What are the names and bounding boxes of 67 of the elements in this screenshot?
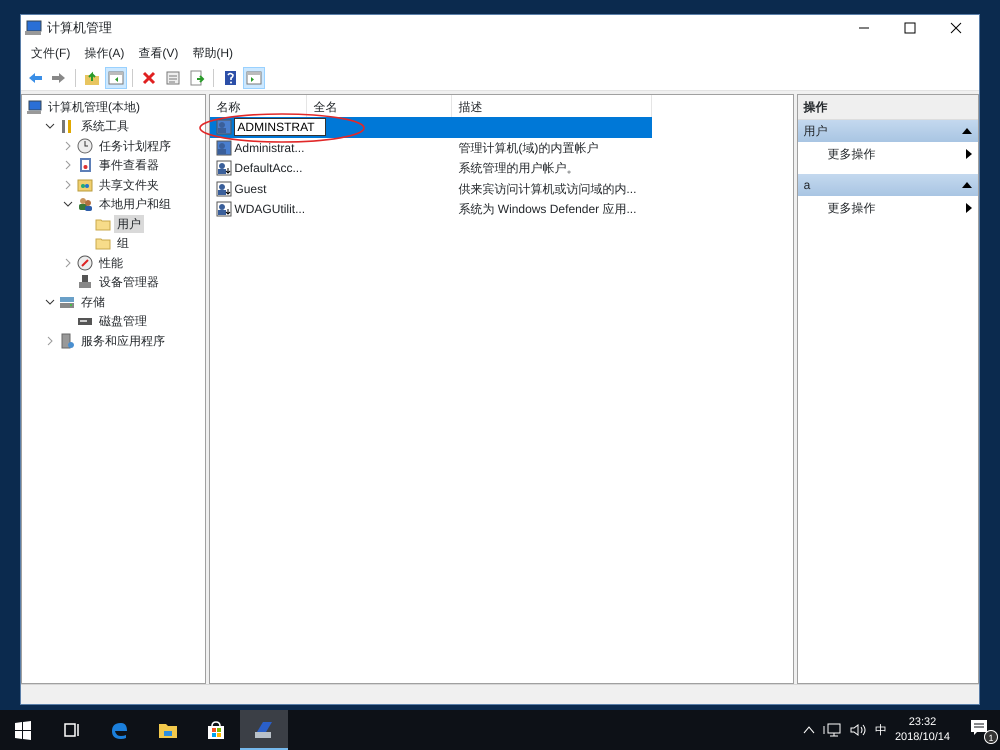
actions-header: 操作 xyxy=(798,95,978,120)
tree-item[interactable]: 性能 xyxy=(96,254,126,272)
action-pane-button[interactable] xyxy=(243,66,265,88)
table-cell-text: Administrat... xyxy=(234,140,304,157)
store-bag-icon xyxy=(205,719,227,741)
menu-item[interactable]: 操作(A) xyxy=(78,42,130,64)
table-cell-text: Guest xyxy=(234,180,266,198)
tree-item[interactable]: 计算机管理(本地) xyxy=(45,98,143,116)
table-cell-text: 系统管理的用户帐户。 xyxy=(457,160,580,178)
table-row[interactable]: ADMINSTRAT xyxy=(210,117,652,138)
section-header[interactable]: 用户 xyxy=(798,120,978,142)
table-cell-text: 管理计算机(域)的内置帐户 xyxy=(457,140,600,157)
notification-count: 1 xyxy=(984,730,998,744)
tree-item[interactable]: 共享文件夹 xyxy=(96,176,162,194)
message-icon xyxy=(970,718,988,737)
computer-taskbar-button[interactable] xyxy=(240,710,288,750)
shared-folder-icon xyxy=(77,176,93,193)
table-cell-text: DefaultAcc... xyxy=(234,160,302,178)
input-method-indicator[interactable]: 中 xyxy=(874,721,887,739)
properties-icon xyxy=(165,70,181,86)
clock-time[interactable]: 23:32 xyxy=(908,715,936,730)
menu-item[interactable]: 帮助(H) xyxy=(186,42,239,64)
device-icon xyxy=(77,274,93,290)
volume-icon[interactable] xyxy=(848,722,867,738)
tree-pane-icon xyxy=(108,70,124,86)
network-icon[interactable] xyxy=(822,722,841,738)
collapse-triangle-icon[interactable] xyxy=(962,127,972,135)
clock-date[interactable]: 2018/10/14 xyxy=(894,730,950,745)
computer-icon xyxy=(26,98,42,115)
table-cell-text: 供来宾访问计算机或访问域的内... xyxy=(457,180,638,198)
tree-item[interactable]: 存储 xyxy=(78,292,108,311)
folder-up-icon xyxy=(84,70,100,86)
chevron-up-icon[interactable] xyxy=(802,725,815,735)
log-book-icon xyxy=(77,157,93,174)
gauge-icon xyxy=(77,254,93,271)
tree-item[interactable]: 任务计划程序 xyxy=(96,136,174,155)
export-icon xyxy=(189,70,205,86)
action-pane-icon xyxy=(246,70,262,86)
users-icon xyxy=(77,196,93,212)
submenu-arrow-icon xyxy=(966,203,972,213)
tree-item[interactable]: 本地用户和组 xyxy=(96,195,174,214)
collapse-triangle-icon[interactable] xyxy=(962,181,972,189)
tree-item[interactable]: 服务和应用程序 xyxy=(78,332,168,350)
section-header[interactable]: a xyxy=(798,174,978,196)
window-title: 计算机管理 xyxy=(47,19,112,38)
table-cell-text: 系统为 Windows Defender 应用... xyxy=(457,201,638,218)
tree-item[interactable]: 系统工具 xyxy=(78,117,132,136)
tree-item[interactable]: 事件查看器 xyxy=(96,156,162,174)
tree-item[interactable]: 用户 xyxy=(114,214,144,233)
tree-pane-button[interactable] xyxy=(105,66,127,88)
tree-item[interactable]: 组 xyxy=(114,234,132,252)
delete-icon xyxy=(141,70,157,86)
action-link[interactable]: 更多操作 xyxy=(828,145,876,163)
clock-icon xyxy=(77,138,93,154)
help-icon xyxy=(222,70,238,86)
action-link[interactable]: 更多操作 xyxy=(828,199,876,217)
services-icon xyxy=(59,332,75,349)
menu-item[interactable]: 查看(V) xyxy=(132,42,184,64)
rename-field[interactable]: ADMINSTRAT xyxy=(234,118,326,136)
submenu-arrow-icon xyxy=(966,149,972,159)
tree-item[interactable]: 设备管理器 xyxy=(96,273,162,292)
section-title: a xyxy=(804,177,810,194)
menu-item[interactable]: 文件(F) xyxy=(25,42,76,64)
table-cell-text: WDAGUtilit... xyxy=(234,201,306,218)
tree-item[interactable]: 磁盘管理 xyxy=(96,312,150,330)
table-row[interactable]: Administrat... 管理计算机(域)的内置帐户 xyxy=(210,138,652,158)
section-title: 用户 xyxy=(804,123,828,140)
